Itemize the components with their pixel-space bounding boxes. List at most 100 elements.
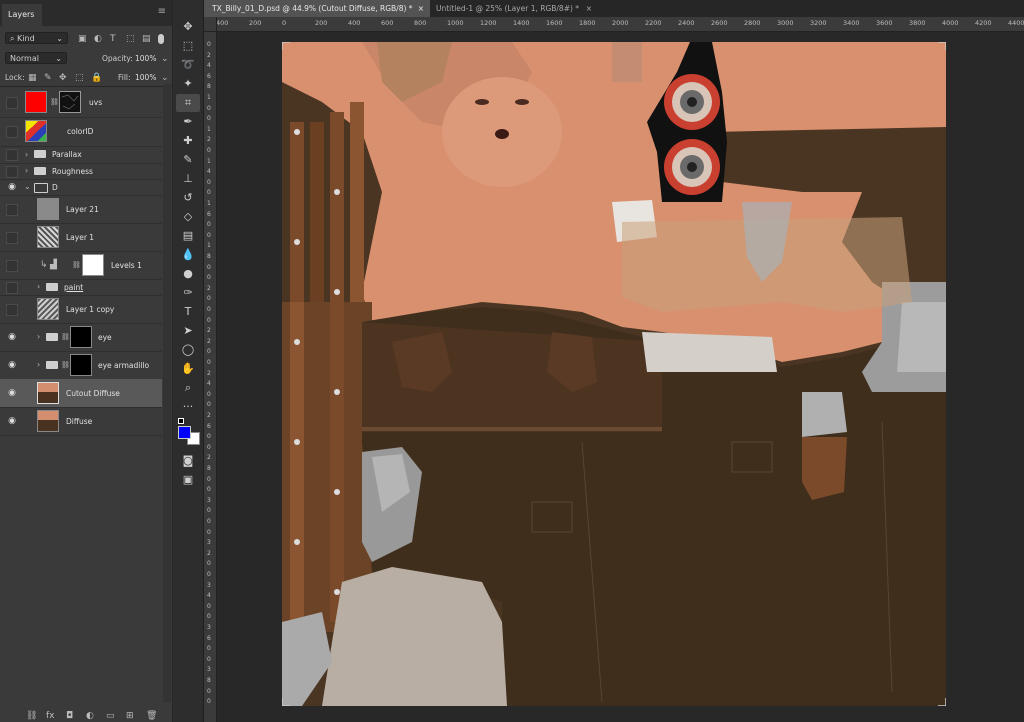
type-tool-icon[interactable]: T (176, 303, 200, 321)
ellipse-tool-icon[interactable]: ◯ (176, 341, 200, 359)
visibility-toggle[interactable] (6, 260, 18, 272)
add-mask-icon[interactable]: ◘ (66, 711, 73, 721)
layer-row-eye-armadillo[interactable]: ◉ › ⛓ eye armadillo (0, 351, 162, 380)
chevron-right-icon[interactable]: › (37, 282, 40, 291)
opacity-value[interactable]: 100% (135, 54, 156, 63)
lock-pixels-icon[interactable]: ✎ (44, 73, 52, 83)
eye-icon[interactable]: ◉ (6, 182, 18, 192)
lock-transparent-icon[interactable]: ▦ (28, 73, 37, 83)
visibility-toggle[interactable] (6, 126, 18, 138)
quick-mask-icon[interactable]: ◙ (176, 452, 200, 470)
layer-row-diffuse[interactable]: ◉ Diffuse (0, 407, 162, 436)
move-tool-icon[interactable]: ✥ (176, 18, 200, 36)
close-icon[interactable]: × (418, 0, 424, 17)
visibility-toggle[interactable] (6, 304, 18, 316)
layers-scrollbar[interactable] (163, 84, 171, 702)
blur-tool-icon[interactable]: 💧 (176, 246, 200, 264)
marquee-tool-icon[interactable]: ⬚ (176, 37, 200, 55)
foreground-color-swatch[interactable] (178, 426, 191, 439)
layers-tab[interactable]: Layers (2, 4, 42, 26)
lock-artboard-icon[interactable]: ⬚ (75, 73, 84, 83)
chevron-down-icon[interactable]: ⌄ (161, 54, 169, 64)
layer-row-colorid[interactable]: colorID (0, 117, 162, 147)
filter-toggle[interactable] (158, 34, 164, 44)
document-tab[interactable]: Untitled-1 @ 25% (Layer 1, RGB/8#) * × (428, 0, 596, 17)
eye-icon[interactable]: ◉ (6, 360, 18, 370)
dodge-tool-icon[interactable]: ● (176, 265, 200, 283)
layer-row-cutout-diffuse[interactable]: ◉ Cutout Diffuse (0, 379, 162, 408)
chevron-down-icon[interactable]: ⌄ (24, 182, 31, 191)
layer-mask-thumbnail[interactable] (82, 254, 104, 276)
visibility-toggle[interactable] (6, 166, 18, 178)
chevron-right-icon[interactable]: › (25, 166, 28, 175)
eye-icon[interactable]: ◉ (6, 388, 18, 398)
history-brush-tool-icon[interactable]: ↺ (176, 189, 200, 207)
eye-icon[interactable]: ◉ (6, 416, 18, 426)
clone-stamp-tool-icon[interactable]: ⊥ (176, 170, 200, 188)
filter-kind-select[interactable]: ⌕ Kind ⌄ (5, 32, 68, 44)
chevron-right-icon[interactable]: › (25, 150, 28, 159)
new-layer-icon[interactable]: ⊞ (126, 711, 134, 721)
layer-row-d[interactable]: ◉ ⌄ D (0, 179, 162, 196)
document-canvas[interactable] (282, 42, 946, 706)
hand-tool-icon[interactable]: ✋ (176, 360, 200, 378)
layer-row-layer21[interactable]: Layer 21 (0, 195, 162, 224)
magic-wand-tool-icon[interactable]: ✦ (176, 75, 200, 93)
layer-row-parallax[interactable]: › Parallax (0, 146, 162, 164)
layer-name: Layer 21 (66, 205, 99, 214)
visibility-toggle[interactable] (6, 282, 18, 294)
visibility-toggle[interactable] (6, 204, 18, 216)
layer-row-layer1copy[interactable]: Layer 1 copy (0, 295, 162, 324)
layer-mask-thumbnail[interactable] (59, 91, 81, 113)
close-icon[interactable]: × (586, 0, 592, 17)
layer-row-levels1[interactable]: ↳ ▟ ⛓ Levels 1 (0, 251, 162, 280)
gradient-tool-icon[interactable]: ▤ (176, 227, 200, 245)
adjustment-filter-icon[interactable]: ◐ (94, 34, 102, 44)
eyedropper-tool-icon[interactable]: ✒ (176, 113, 200, 131)
layer-mask-thumbnail[interactable] (70, 354, 92, 376)
healing-brush-tool-icon[interactable]: ✚ (176, 132, 200, 150)
chevron-down-icon[interactable]: ⌄ (161, 73, 169, 83)
eye-icon[interactable]: ◉ (6, 332, 18, 342)
screen-mode-icon[interactable]: ▣ (176, 471, 200, 489)
chevron-right-icon[interactable]: › (37, 332, 40, 341)
more-tools-icon[interactable]: ··· (176, 398, 200, 416)
lock-all-icon[interactable]: 🔒 (91, 73, 102, 83)
lock-position-icon[interactable]: ✥ (59, 73, 67, 83)
lasso-tool-icon[interactable]: ➰ (176, 56, 200, 74)
shape-filter-icon[interactable]: ⬚ (126, 34, 135, 44)
fill-value[interactable]: 100% (135, 73, 156, 82)
blend-mode-select[interactable]: Normal ⌄ (5, 52, 67, 64)
link-layers-icon[interactable]: ⛓ (26, 711, 37, 721)
layer-row-uvs[interactable]: ⛓ uvs (0, 87, 162, 118)
vertical-ruler: 0246810012014001600180020002200240026002… (204, 31, 217, 722)
new-adjustment-icon[interactable]: ◐ (86, 711, 94, 721)
fx-icon[interactable]: fx (46, 711, 55, 721)
zoom-tool-icon[interactable]: ⌕ (176, 379, 200, 397)
smart-object-filter-icon[interactable]: ▤ (142, 34, 151, 44)
ruler-tick-label: 2 (207, 51, 211, 59)
layer-mask-thumbnail[interactable] (70, 326, 92, 348)
chevron-down-icon: ⌄ (56, 34, 63, 43)
layer-row-paint[interactable]: › paint (0, 279, 162, 296)
visibility-toggle[interactable] (6, 149, 18, 161)
brush-tool-icon[interactable]: ✎ (176, 151, 200, 169)
layer-row-eye[interactable]: ◉ › ⛓ eye (0, 323, 162, 352)
new-group-icon[interactable]: ▭ (106, 711, 115, 721)
layer-row-layer1[interactable]: Layer 1 (0, 223, 162, 252)
layer-thumbnail (37, 298, 59, 320)
document-tab-active[interactable]: TX_Billy_01_D.psd @ 44.9% (Cutout Diffus… (204, 0, 430, 17)
eraser-tool-icon[interactable]: ◇ (176, 208, 200, 226)
path-selection-tool-icon[interactable]: ➤ (176, 322, 200, 340)
layer-row-roughness[interactable]: › Roughness (0, 163, 162, 180)
visibility-toggle[interactable] (6, 232, 18, 244)
panel-menu-icon[interactable]: ≡ (158, 7, 166, 17)
default-colors-icon[interactable] (178, 418, 184, 424)
chevron-right-icon[interactable]: › (37, 360, 40, 369)
crop-tool-icon[interactable]: ⌗ (176, 94, 200, 112)
pen-tool-icon[interactable]: ✑ (176, 284, 200, 302)
visibility-toggle[interactable] (6, 97, 18, 109)
pixel-filter-icon[interactable]: ▣ (78, 34, 87, 44)
trash-icon[interactable]: 🗑 (146, 711, 157, 721)
type-filter-icon[interactable]: T (110, 34, 116, 44)
